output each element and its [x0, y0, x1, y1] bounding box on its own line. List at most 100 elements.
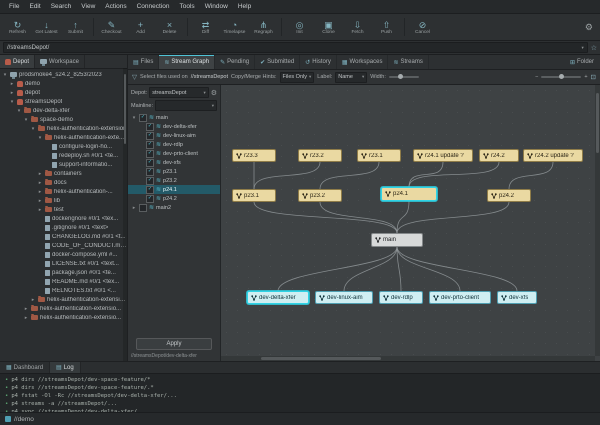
width-slider[interactable]	[389, 76, 419, 78]
chevron-down-icon[interactable]: ▾	[581, 45, 583, 51]
twisty-icon[interactable]: ▸	[9, 81, 15, 87]
twisty-icon[interactable]: ▸	[9, 90, 15, 96]
submit-button[interactable]: ↑Submit	[61, 14, 90, 40]
stream-filter-item[interactable]: ✓≋p23.2	[128, 176, 220, 185]
twisty-icon[interactable]: ▸	[37, 198, 43, 204]
twisty-icon[interactable]: ▾	[9, 99, 15, 105]
twisty-icon[interactable]: ▸	[37, 180, 43, 186]
stream-node-main[interactable]: main	[371, 233, 423, 247]
twisty-icon[interactable]: ▾	[2, 72, 8, 78]
tree-item[interactable]: RELNOTES.txt #0/1 <...	[0, 286, 127, 295]
tree-item[interactable]: ▾space-demo	[0, 115, 127, 124]
tree-item[interactable]: ▾dev-delta-xfer	[0, 106, 127, 115]
refresh-button[interactable]: ↻Refresh	[3, 14, 32, 40]
tree-item[interactable]: ▸helix-authentication-extensio...	[0, 304, 127, 313]
twisty-icon[interactable]: ▾	[37, 135, 43, 141]
tree-item[interactable]: dockerignore #0/1 <tex...	[0, 214, 127, 223]
tree-item[interactable]: .gitignore #0/1 <text>	[0, 223, 127, 232]
stream-filter-item[interactable]: ▾✓≋main	[128, 113, 220, 122]
twisty-icon[interactable]: ▸	[131, 205, 137, 211]
stream-checkbox[interactable]: ✓	[146, 195, 154, 203]
tree-item[interactable]: ▸test	[0, 205, 127, 214]
stream-checkbox[interactable]: ✓	[146, 141, 154, 149]
tree-item[interactable]: docker-compose.yml #...	[0, 250, 127, 259]
stream-node-r24.2u[interactable]: r24.2 update ?	[523, 149, 583, 162]
stream-filter-item[interactable]: ✓≋p24.2	[128, 194, 220, 203]
stream-filter-item[interactable]: ✓≋dev-xfs	[128, 158, 220, 167]
tree-item[interactable]: ▾streamsDepot	[0, 97, 127, 106]
folder-button[interactable]: ⊞ Folder	[564, 55, 600, 69]
menu-tools[interactable]: Tools	[175, 3, 200, 10]
stream-filter-item[interactable]: ✓≋dev-linux-aim	[128, 131, 220, 140]
twisty-icon[interactable]: ▸	[30, 297, 36, 303]
stream-node-dev-prto-client[interactable]: dev-prto-client	[429, 291, 491, 304]
tree-item[interactable]: CODE_OF_CONDUCT.md...	[0, 241, 127, 250]
sidebar-scrollbar[interactable]	[123, 68, 127, 361]
tree-item[interactable]: ▸docs	[0, 178, 127, 187]
stream-checkbox[interactable]: ✓	[146, 123, 154, 131]
fit-icon[interactable]: ⊡	[591, 73, 596, 81]
slider-thumb[interactable]	[398, 74, 403, 79]
graph-vertical-scrollbar[interactable]	[595, 85, 600, 356]
cancel-button[interactable]: ⊘Cancel	[408, 14, 437, 40]
bookmark-icon[interactable]: ☆	[591, 44, 597, 52]
stream-node-p23.2[interactable]: p23.2	[298, 189, 342, 202]
menu-help[interactable]: Help	[233, 3, 256, 10]
tab-submitted[interactable]: ✔Submitted	[255, 55, 300, 69]
tree-item[interactable]: support-informatio...	[0, 160, 127, 169]
depot-combobox[interactable]: streamsDepot ▾	[149, 87, 209, 98]
hints-combobox[interactable]: Files Only ▾	[280, 72, 315, 83]
stream-node-p23.1[interactable]: p23.1	[232, 189, 276, 202]
settings-icon[interactable]: ⚙	[585, 22, 593, 33]
menu-actions[interactable]: Actions	[100, 3, 131, 10]
zoom-slider[interactable]	[541, 76, 581, 78]
stream-filter-item[interactable]: ✓≋p24.1	[128, 185, 220, 194]
stream-checkbox[interactable]: ✓	[139, 114, 147, 122]
stream-node-p24.1[interactable]: p24.1	[381, 187, 437, 201]
sidebar-tab-depot[interactable]: Depot	[0, 55, 35, 68]
stream-checkbox[interactable]: ✓	[146, 186, 154, 194]
tree-item[interactable]: ▾prodsmoke4_s24.2_8253/2023	[0, 70, 127, 79]
stream-filter-item[interactable]: ✓≋dev-rdlp	[128, 140, 220, 149]
twisty-icon[interactable]: ▾	[23, 117, 29, 123]
tree-item[interactable]: ▸helix-authentication-extensio...	[0, 295, 127, 304]
add-button[interactable]: +Add	[126, 14, 155, 40]
menu-edit[interactable]: Edit	[24, 3, 45, 10]
menu-connection[interactable]: Connection	[132, 3, 175, 10]
stream-checkbox[interactable]: ✓	[146, 132, 154, 140]
twisty-icon[interactable]: ▸	[23, 306, 29, 312]
stream-filter-item[interactable]: ▸≋main2	[128, 203, 220, 212]
clone-button[interactable]: ▣Clone	[314, 14, 343, 40]
push-button[interactable]: ⇧Push	[372, 14, 401, 40]
init-button[interactable]: ◎Init	[285, 14, 314, 40]
tree-item[interactable]: configure-login-ho...	[0, 142, 127, 151]
gear-icon[interactable]: ⚙	[211, 89, 217, 97]
get-latest-button[interactable]: ↓Get Latest	[32, 14, 61, 40]
diff-button[interactable]: ⇄Diff	[191, 14, 220, 40]
stream-node-r23.3[interactable]: r23.3	[232, 149, 276, 162]
stream-filter-item[interactable]: ✓≋p23.1	[128, 167, 220, 176]
tree-item[interactable]: redeploy.sh #0/1 <te...	[0, 151, 127, 160]
scrollbar-thumb[interactable]	[124, 74, 126, 144]
regraph-button[interactable]: ⋔Regraph	[249, 14, 278, 40]
tree-item[interactable]: ▾helix-authentication-exte...	[0, 133, 127, 142]
stream-filter-item[interactable]: ✓≋dev-prto-client	[128, 149, 220, 158]
stream-node-p24.2[interactable]: p24.2	[487, 189, 531, 202]
tab-files[interactable]: ▤Files	[128, 55, 159, 69]
twisty-icon[interactable]: ▸	[23, 315, 29, 321]
twisty-icon[interactable]: ▾	[131, 115, 137, 121]
stream-node-dev-delta-xfer[interactable]: dev-delta-xfer	[247, 291, 309, 304]
stream-checkbox[interactable]: ✓	[146, 150, 154, 158]
delete-button[interactable]: ×Delete	[155, 14, 184, 40]
tree-item[interactable]: ▸helix-authentication-...	[0, 187, 127, 196]
twisty-icon[interactable]: ▸	[37, 207, 43, 213]
tree-item[interactable]: CHANGELOG.md #0/1 <t...	[0, 232, 127, 241]
stream-node-dev-linux-aim[interactable]: dev-linux-aim	[315, 291, 373, 304]
twisty-icon[interactable]: ▸	[37, 189, 43, 195]
tree-item[interactable]: ▾helix-authentication-extension	[0, 124, 127, 133]
tab-dashboard[interactable]: ▦Dashboard	[0, 362, 50, 373]
timelapse-button[interactable]: ◔Timelapse	[220, 14, 249, 40]
label-combobox[interactable]: Name ▾	[335, 72, 367, 83]
checkout-button[interactable]: ✎Checkout	[97, 14, 126, 40]
tree-item[interactable]: ▸demo	[0, 79, 127, 88]
